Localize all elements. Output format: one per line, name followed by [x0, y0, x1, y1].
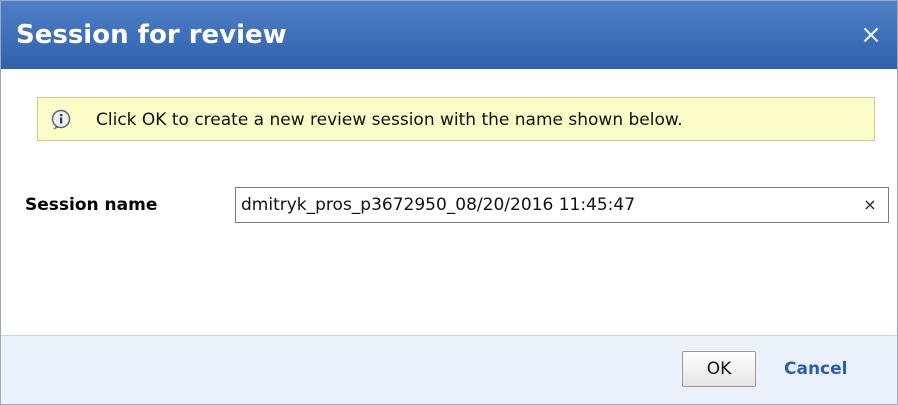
- clear-icon[interactable]: ×: [860, 193, 880, 217]
- info-message: Click OK to create a new review session …: [96, 110, 683, 130]
- ok-button[interactable]: OK: [682, 351, 756, 387]
- session-name-input[interactable]: [239, 190, 849, 220]
- dialog-footer: OK Cancel: [1, 335, 897, 404]
- close-icon[interactable]: ×: [859, 22, 883, 48]
- cancel-link[interactable]: Cancel: [784, 358, 847, 380]
- dialog-title-bar: Session for review ×: [1, 1, 897, 69]
- info-icon: [51, 109, 71, 130]
- session-name-field[interactable]: ×: [235, 187, 889, 223]
- session-name-label: Session name: [25, 195, 158, 215]
- session-review-dialog: Session for review × Click OK to create …: [0, 0, 898, 405]
- dialog-title: Session for review: [16, 20, 287, 50]
- info-message-box: Click OK to create a new review session …: [37, 97, 875, 141]
